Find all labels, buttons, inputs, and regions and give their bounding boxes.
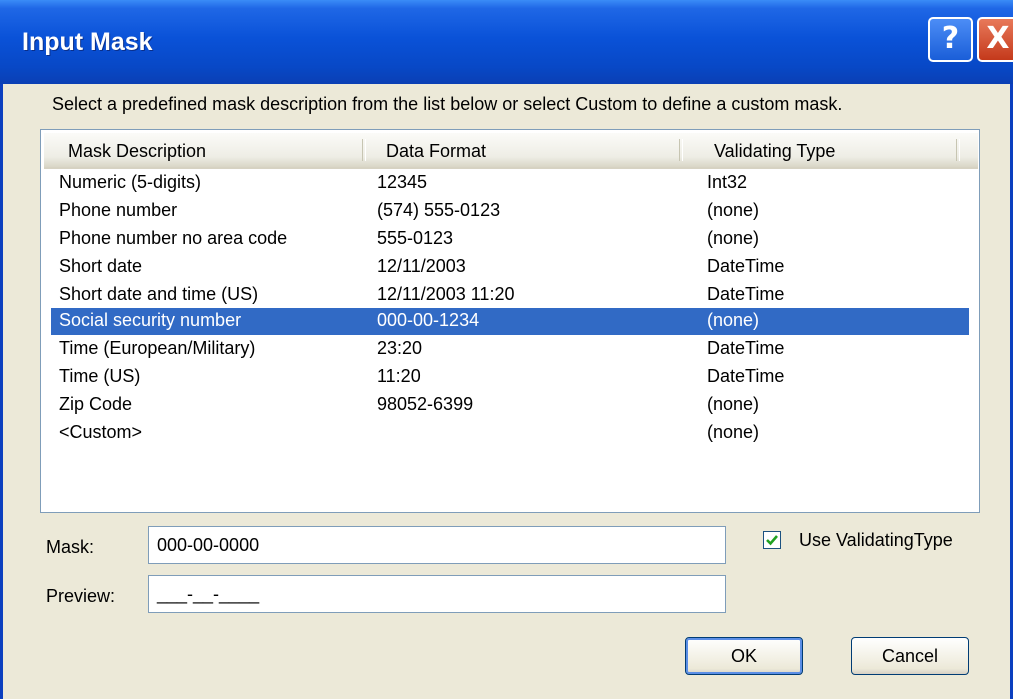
list-row-selected[interactable]: Social security number 000-00-1234 (none… [51,308,969,335]
ok-button[interactable]: OK [685,637,803,675]
row-format: 000-00-1234 [377,310,480,330]
column-divider[interactable] [362,139,366,161]
row-type: DateTime [707,284,785,304]
column-header-validating-type[interactable]: Validating Type [714,141,835,162]
row-format: 555-0123 [377,228,454,248]
row-type: (none) [707,228,760,248]
cancel-button[interactable]: Cancel [851,637,969,675]
instruction-text: Select a predefined mask description fro… [52,94,843,114]
preview-label: Preview: [46,586,116,606]
list-row[interactable]: Numeric (5-digits) 12345 Int32 [51,170,969,197]
checkmark-icon [766,535,778,546]
help-button[interactable]: ? [928,17,973,62]
row-format: 12/11/2003 11:20 [377,284,515,304]
use-validating-type-label[interactable]: Use ValidatingType [799,530,953,551]
row-type: Int32 [707,172,748,192]
row-format: 23:20 [377,338,423,358]
list-row[interactable]: Short date and time (US) 12/11/2003 11:2… [51,282,969,309]
list-row[interactable]: Time (US) 11:20 DateTime [51,364,969,391]
row-description: Short date and time (US) [59,284,259,304]
mask-input[interactable]: 000-00-0000 [148,526,726,564]
row-format: 12345 [377,172,428,192]
use-validating-type-checkbox[interactable] [763,531,781,549]
row-format: (574) 555-0123 [377,200,501,220]
row-format: 98052-6399 [377,394,474,414]
mask-list[interactable]: Mask Description Data Format Validating … [40,129,980,513]
list-header: Mask Description Data Format Validating … [44,133,978,169]
row-format: 12/11/2003 [377,256,466,276]
close-button[interactable]: X [977,17,1013,62]
preview-field[interactable]: ___-__-____ [148,575,726,613]
row-format: 11:20 [377,366,421,386]
row-type: (none) [707,422,760,442]
column-divider[interactable] [679,139,683,161]
list-row[interactable]: Phone number no area code 555-0123 (none… [51,226,969,253]
row-description: Phone number [59,200,178,220]
row-description: Time (European/Military) [59,338,256,358]
list-row[interactable]: Short date 12/11/2003 DateTime [51,254,969,281]
list-row[interactable]: Zip Code 98052-6399 (none) [51,392,969,419]
mask-label: Mask: [46,537,95,557]
row-description: Phone number no area code [59,228,288,248]
row-type: (none) [707,394,760,414]
row-description: Numeric (5-digits) [59,172,202,192]
input-mask-dialog: Input Mask ? X Select a predefined mask … [0,0,1013,699]
row-type: DateTime [707,256,785,276]
row-type: (none) [707,200,760,220]
list-row[interactable]: Time (European/Military) 23:20 DateTime [51,336,969,363]
row-type: (none) [707,310,760,330]
row-description: Zip Code [59,394,133,414]
column-divider[interactable] [956,139,960,161]
window-title: Input Mask [22,28,153,56]
row-description: Time (US) [59,366,141,386]
list-row[interactable]: Phone number (574) 555-0123 (none) [51,198,969,225]
row-type: DateTime [707,338,785,358]
title-bar[interactable]: Input Mask ? X [0,0,1013,84]
column-header-data-format[interactable]: Data Format [386,141,486,162]
row-description: Short date [59,256,143,276]
list-row[interactable]: <Custom> (none) [51,420,969,447]
row-description: <Custom> [59,422,143,442]
row-type: DateTime [707,366,785,386]
column-header-mask-description[interactable]: Mask Description [68,141,206,162]
row-description: Social security number [59,310,242,330]
